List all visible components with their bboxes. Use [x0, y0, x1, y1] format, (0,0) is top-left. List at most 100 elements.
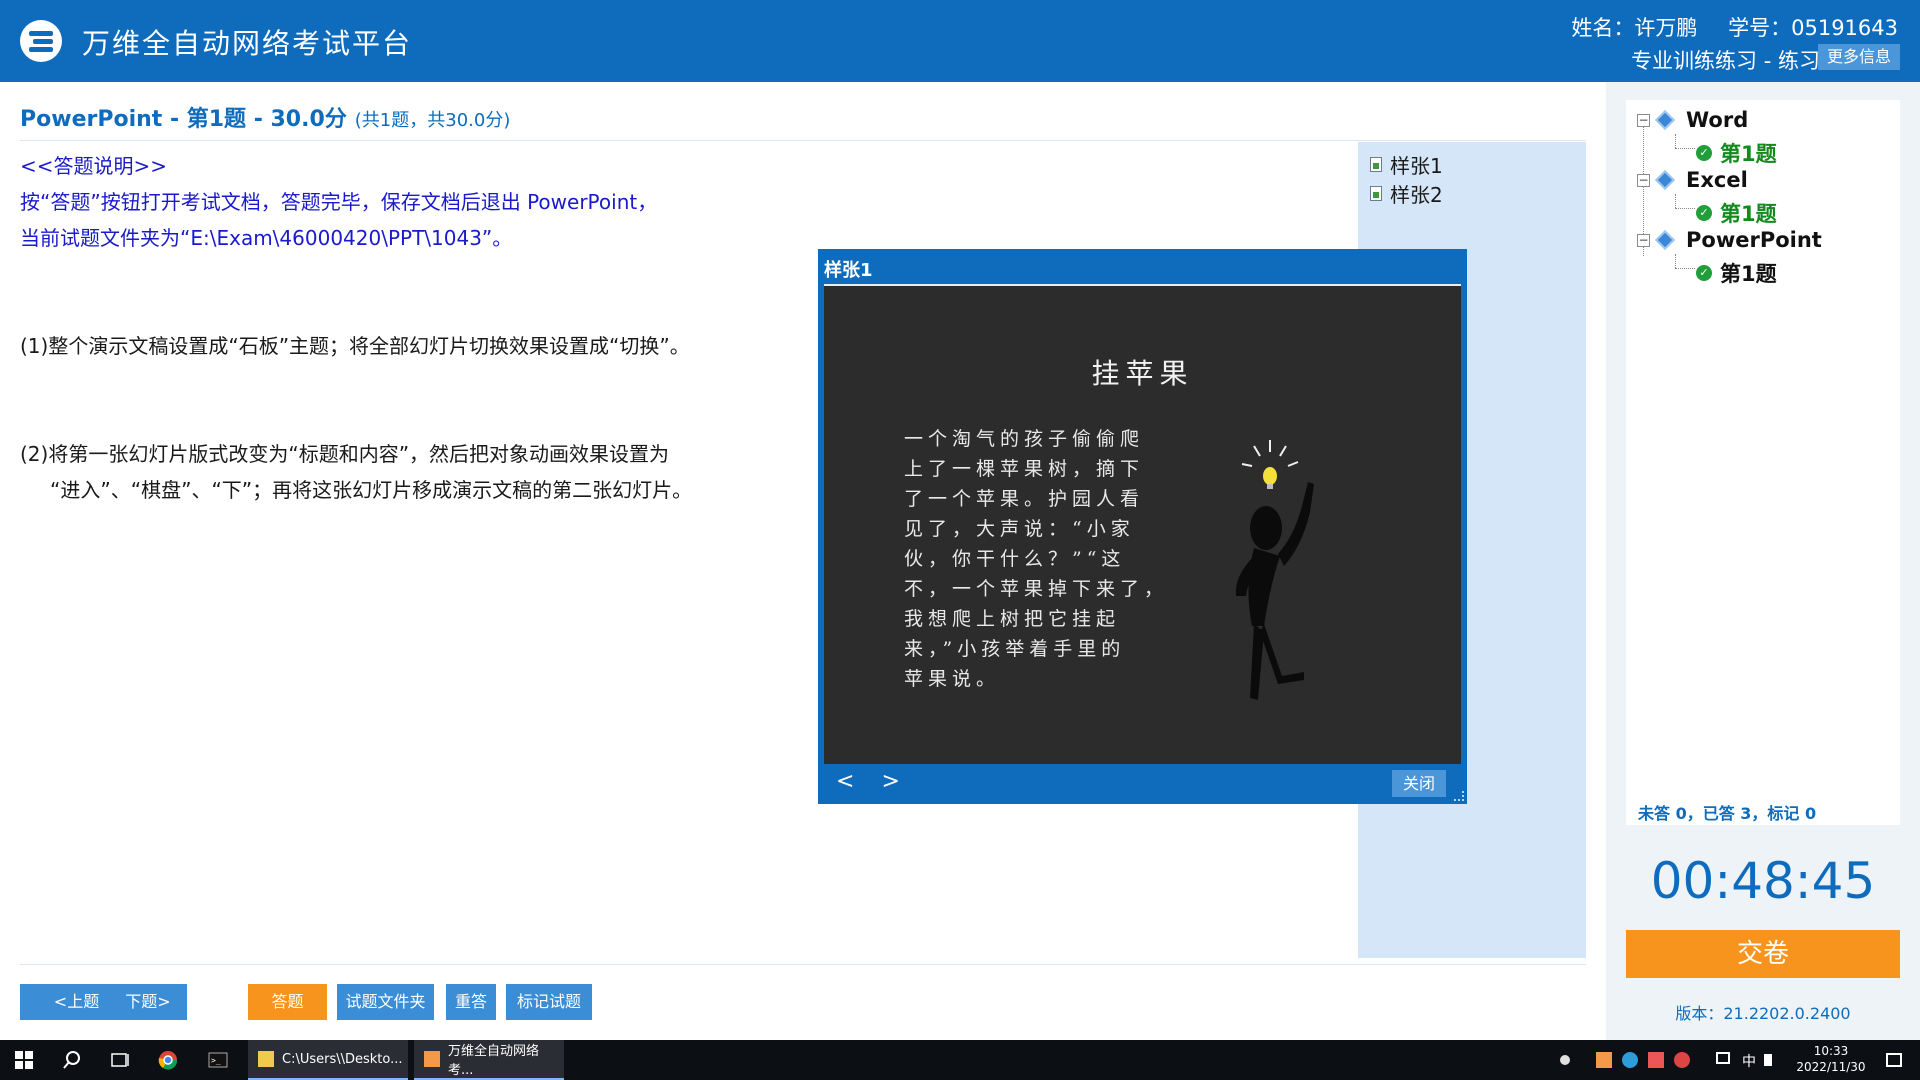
more-info-button[interactable]: 更多信息: [1817, 44, 1900, 70]
tree-child-word-q1[interactable]: ✓ 第1题: [1696, 138, 1777, 168]
question-title: PowerPoint - 第1题 - 30.0分 (共1题，共30.0分): [20, 101, 510, 133]
volume-icon[interactable]: [1764, 1054, 1772, 1066]
tray-app-icon[interactable]: [1596, 1052, 1612, 1068]
platform-logo-icon: [20, 20, 62, 62]
countdown-timer: 00:48:45: [1650, 852, 1876, 910]
task-2: (2)将第一张幻灯片版式改变为“标题和内容”，然后把对象动画效果设置为: [20, 442, 670, 466]
windows-taskbar: >_ C:\Users\\Deskto... 万维全自动网络考... 中 10:…: [0, 1040, 1920, 1080]
slide-body-line: 苹果说。: [904, 668, 1001, 690]
tree-node-label: Word: [1686, 108, 1749, 132]
collapse-icon[interactable]: −: [1637, 233, 1650, 247]
question-folder-button[interactable]: 试题文件夹: [337, 984, 434, 1020]
question-title-sub: (共1题，共30.0分): [354, 110, 511, 131]
divider: [20, 140, 1586, 141]
student-id: 学号：05191643: [1728, 16, 1898, 40]
sample-item-label: 样张1: [1390, 154, 1443, 178]
tray-app-icon[interactable]: [1648, 1052, 1664, 1068]
user-info: 姓名：许万鹏 学号：05191643: [1547, 12, 1898, 42]
notification-icon[interactable]: [1886, 1053, 1902, 1067]
answered-check-icon: ✓: [1696, 205, 1712, 221]
module-icon: [1655, 230, 1675, 250]
image-file-icon: [1370, 186, 1382, 201]
task-view-icon[interactable]: [110, 1050, 130, 1070]
slide-body-line: 不，一个苹果掉下来了，: [904, 578, 1169, 600]
chrome-icon[interactable]: [158, 1050, 178, 1070]
slide-body-line: 伙，你干什么？”“这: [904, 548, 1126, 570]
slide-body-line: 我想爬上树把它挂起: [904, 608, 1121, 630]
collapse-icon[interactable]: −: [1637, 173, 1650, 187]
people-icon[interactable]: [1560, 1055, 1570, 1065]
answer-button[interactable]: 答题: [248, 984, 327, 1020]
sample-item-2[interactable]: 样张2: [1370, 179, 1443, 208]
next-question-button[interactable]: 下题>: [109, 984, 187, 1020]
practice-mode-label: 专业训练练习 - 练习: [1631, 49, 1820, 73]
preview-prev-button[interactable]: <: [836, 769, 854, 794]
mark-question-button[interactable]: 标记试题: [506, 984, 592, 1020]
slide-body-line: 一个淘气的孩子偷偷爬: [904, 428, 1145, 450]
sample-preview-window: 样张1 挂苹果 一个淘气的孩子偷偷爬 上了一棵苹果树，摘下 了一个苹果。护园人看…: [818, 249, 1467, 804]
collapse-icon[interactable]: −: [1637, 113, 1650, 127]
tree-node-powerpoint[interactable]: − PowerPoint: [1637, 228, 1822, 252]
tree-node-excel[interactable]: − Excel: [1637, 168, 1748, 192]
clock-date: 2022/11/30: [1796, 1060, 1866, 1074]
ime-indicator[interactable]: 中: [1742, 1051, 1756, 1071]
svg-text:>_: >_: [211, 1056, 221, 1065]
tree-child-label: 第1题: [1720, 142, 1777, 166]
windows-start-icon[interactable]: [14, 1050, 34, 1070]
taskbar-app-explorer[interactable]: C:\Users\\Deskto...: [248, 1040, 408, 1080]
slide-body-line: 见了，大声说：“小家: [904, 518, 1135, 540]
tree-node-label: PowerPoint: [1686, 228, 1822, 252]
version-label: 版本：21.2202.0.2400: [1675, 1004, 1851, 1023]
preview-pager: < >: [836, 769, 920, 794]
divider: [20, 964, 1586, 965]
module-icon: [1655, 170, 1675, 190]
question-tree: − Word ✓ 第1题 − Excel ✓ 第1题 − PowerPoint …: [1626, 100, 1900, 825]
tree-child-ppt-q1[interactable]: ✓ 第1题: [1696, 258, 1777, 288]
header-bar: 万维全自动网络考试平台 姓名：许万鹏 学号：05191643 专业训练练习 - …: [0, 0, 1920, 82]
sample-item-label: 样张2: [1390, 183, 1443, 207]
clock-time: 10:33: [1813, 1044, 1849, 1058]
preview-next-button[interactable]: >: [881, 769, 899, 794]
tree-child-excel-q1[interactable]: ✓ 第1题: [1696, 198, 1777, 228]
slide-image: 挂苹果 一个淘气的孩子偷偷爬 上了一棵苹果树，摘下 了一个苹果。护园人看 见了，…: [824, 284, 1461, 764]
answered-check-icon: ✓: [1696, 265, 1712, 281]
preview-close-button[interactable]: 关闭: [1392, 770, 1446, 797]
tree-child-label: 第1题: [1720, 202, 1777, 226]
exam-app-icon: [424, 1051, 440, 1067]
question-title-main: PowerPoint - 第1题 - 30.0分: [20, 107, 347, 132]
sample-item-1[interactable]: 样张1: [1370, 150, 1443, 179]
image-file-icon: [1370, 157, 1382, 172]
answer-stats: 未答 0，已答 3，标记 0: [1638, 804, 1817, 823]
answered-check-icon: ✓: [1696, 145, 1712, 161]
app-title: 万维全自动网络考试平台: [82, 27, 413, 60]
exam-folder-path: 当前试题文件夹为“E:\Exam\46000420\PPT\1043”。: [20, 226, 513, 250]
taskbar-app-label: 万维全自动网络考...: [447, 1044, 539, 1078]
taskbar-app-exam[interactable]: 万维全自动网络考...: [414, 1040, 564, 1080]
instructions-heading: <<答题说明>>: [20, 154, 168, 178]
submit-exam-button[interactable]: 交卷: [1626, 930, 1900, 978]
tree-child-label: 第1题: [1720, 262, 1777, 286]
slide-body-line: 了一个苹果。护园人看: [904, 488, 1145, 510]
task-1: (1)整个演示文稿设置成“石板”主题；将全部幻灯片切换效果设置成“切换”。: [20, 334, 690, 358]
thinking-person-figure-icon: [1235, 440, 1314, 700]
slide-body-text: 一个淘气的孩子偷偷爬 上了一棵苹果树，摘下 了一个苹果。护园人看 见了，大声说：…: [904, 424, 1194, 694]
tree-node-label: Excel: [1686, 168, 1748, 192]
preview-title: 样张1: [824, 260, 873, 281]
resize-grip-icon[interactable]: [1454, 791, 1464, 801]
slide-body-line: 上了一棵苹果树，摘下: [904, 458, 1145, 480]
folder-icon: [258, 1051, 274, 1067]
taskbar-app-label: C:\Users\\Deskto...: [282, 1051, 403, 1067]
tray-app-icon[interactable]: [1622, 1052, 1638, 1068]
task-2-continued: “进入”、“棋盘”、“下”；再将这张幻灯片移成演示文稿的第二张幻灯片。: [50, 478, 693, 502]
tray-app-icon[interactable]: [1674, 1052, 1690, 1068]
tree-node-word[interactable]: − Word: [1637, 108, 1748, 132]
instructions-line: 按“答题”按钮打开考试文档，答题完毕，保存文档后退出 PowerPoint，: [20, 190, 658, 214]
slide-body-line: 来，”小孩举着手里的: [904, 638, 1126, 660]
module-icon: [1655, 110, 1675, 130]
sidebar: − Word ✓ 第1题 − Excel ✓ 第1题 − PowerPoint …: [1606, 82, 1920, 1040]
terminal-icon[interactable]: >_: [208, 1050, 228, 1070]
system-clock[interactable]: 10:33 2022/11/30: [1786, 1043, 1876, 1075]
network-icon[interactable]: [1716, 1052, 1730, 1064]
search-icon[interactable]: [62, 1050, 82, 1070]
redo-button[interactable]: 重答: [446, 984, 496, 1020]
